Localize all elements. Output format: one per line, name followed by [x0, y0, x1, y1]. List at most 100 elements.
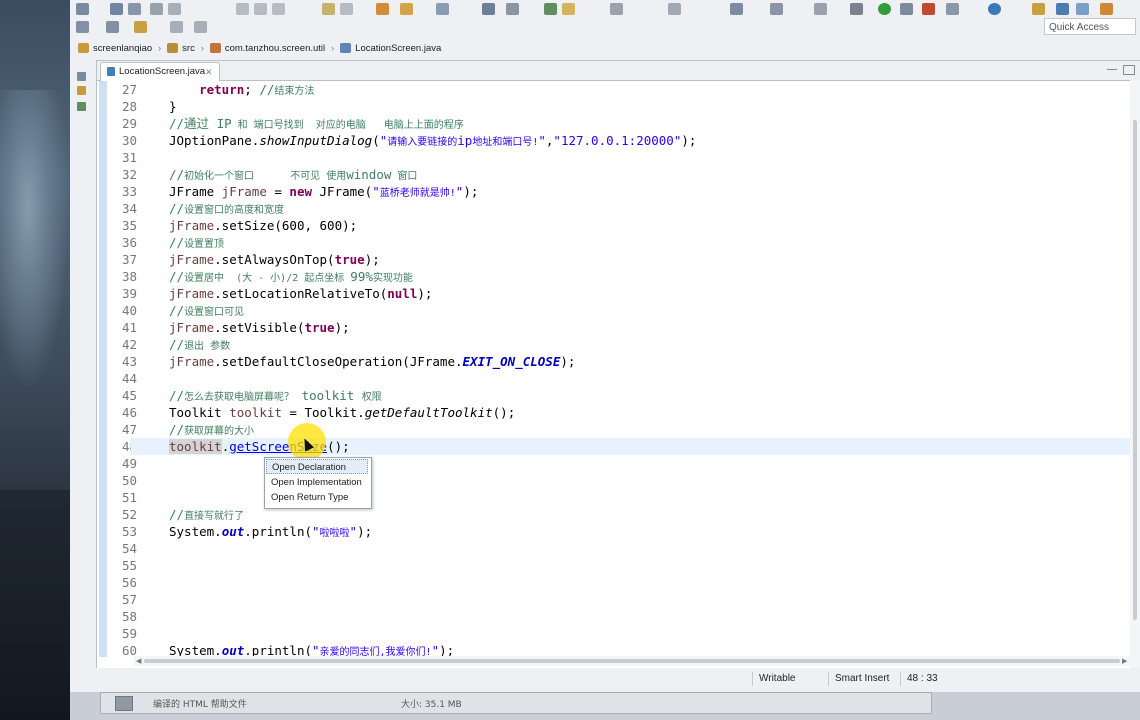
menu-item-open-return-type[interactable]: Open Return Type: [271, 490, 348, 505]
open-type-icon[interactable]: [400, 3, 413, 15]
code-line[interactable]: jFrame.setSize(600, 600);: [169, 217, 1119, 234]
minimize-icon[interactable]: [1107, 69, 1117, 72]
new-server-icon[interactable]: [946, 3, 959, 15]
highlight-icon[interactable]: [562, 3, 575, 15]
breadcrumb-item-src[interactable]: src: [182, 43, 195, 54]
scroll-right-icon[interactable]: ▶: [1122, 657, 1127, 665]
settings-gear-icon[interactable]: [850, 3, 863, 15]
code-line[interactable]: Toolkit toolkit = Toolkit.getDefaultTool…: [169, 404, 1119, 421]
layout-icon[interactable]: [482, 3, 495, 15]
quick-access-field[interactable]: Quick Access: [1044, 18, 1136, 35]
restore-view-icon[interactable]: [77, 72, 86, 81]
code-line[interactable]: //设置窗口的高度和宽度: [169, 200, 1119, 217]
last-edit-icon[interactable]: [194, 21, 207, 33]
code-line[interactable]: [169, 557, 1119, 574]
forward-icon[interactable]: [170, 21, 183, 33]
code-line[interactable]: [169, 608, 1119, 625]
main-toolbar: [70, 0, 1140, 20]
scroll-left-icon[interactable]: ◀: [136, 657, 141, 665]
properties-icon[interactable]: [168, 3, 181, 15]
external-tools-icon[interactable]: [922, 3, 935, 15]
close-icon[interactable]: ✕: [205, 63, 213, 81]
save-icon[interactable]: [110, 3, 123, 15]
perspective-debug-icon[interactable]: [1056, 3, 1069, 15]
code-line[interactable]: System.out.println("啦啦啦");: [169, 523, 1119, 540]
code-line[interactable]: //初始化一个窗口 不可见 使用window 窗口: [169, 166, 1119, 183]
code-line[interactable]: //怎么去获取电脑屏幕呢？ toolkit 权限: [169, 387, 1119, 404]
back-icon[interactable]: [134, 21, 147, 33]
terminate-icon[interactable]: [272, 3, 285, 15]
local-variable: jFrame: [169, 218, 215, 233]
step-over-icon[interactable]: [340, 3, 353, 15]
perspective-svn-icon[interactable]: [1100, 3, 1113, 15]
refactor-icon[interactable]: [668, 3, 681, 15]
code-line[interactable]: [169, 625, 1119, 642]
taskbar-item-size: 大小: 35.1 MB: [401, 700, 462, 710]
code-line[interactable]: jFrame.setDefaultCloseOperation(JFrame.E…: [169, 353, 1119, 370]
code-line[interactable]: JOptionPane.showInputDialog(" 请输入要链接的ip地址…: [169, 132, 1119, 149]
history-icon[interactable]: [610, 3, 623, 15]
code-line[interactable]: jFrame.setAlwaysOnTop(true);: [169, 251, 1119, 268]
code-line[interactable]: [169, 540, 1119, 557]
code-line[interactable]: //设置窗口可见: [169, 302, 1119, 319]
code-line[interactable]: //通过 IP 和 端口号找到 对应的电脑 电脑上上面的程序: [169, 115, 1119, 132]
code-line[interactable]: //设置居中 (大 - 小)/2 起点坐标 99%实现功能: [169, 268, 1119, 285]
current-code-line[interactable]: toolkit.getScreenSize();: [131, 438, 1140, 455]
taskbar-file-item[interactable]: 编译的 HTML 帮助文件 大小: 35.1 MB: [100, 692, 932, 714]
new-icon[interactable]: [76, 3, 89, 15]
code-line[interactable]: [169, 149, 1119, 166]
search-icon[interactable]: [730, 3, 743, 15]
tools-icon[interactable]: [770, 3, 783, 15]
editor-vertical-scrollbar[interactable]: [1130, 80, 1140, 668]
code-line[interactable]: [169, 574, 1119, 591]
line-number: 29: [121, 116, 137, 131]
code-line[interactable]: jFrame.setLocationRelativeTo(null);: [169, 285, 1119, 302]
resume-icon[interactable]: [236, 3, 249, 15]
breadcrumb-item-file[interactable]: LocationScreen.java: [355, 43, 441, 54]
toggle-mark-icon[interactable]: [436, 3, 449, 15]
print-icon[interactable]: [150, 3, 163, 15]
code-line[interactable]: return; //结束方法: [169, 81, 1119, 98]
code-line[interactable]: //设置置顶: [169, 234, 1119, 251]
previous-annotation-icon[interactable]: [106, 21, 119, 33]
globe-icon[interactable]: [988, 3, 1001, 15]
suspend-icon[interactable]: [254, 3, 267, 15]
breadcrumb-item-package[interactable]: com.tanzhou.screen.util: [225, 43, 325, 54]
run-icon[interactable]: [878, 3, 891, 15]
scrollbar-thumb[interactable]: [1133, 120, 1137, 620]
code-line[interactable]: [169, 370, 1119, 387]
tab-location-screen[interactable]: LocationScreen.java ✕: [100, 62, 220, 81]
code-editor[interactable]: return; //结束方法 } //通过 IP 和 端口号找到 对应的电脑 电…: [131, 81, 1140, 659]
package-explorer-icon[interactable]: [77, 86, 86, 95]
code-line[interactable]: }: [169, 98, 1119, 115]
menu-item-open-declaration[interactable]: Open Declaration: [266, 459, 368, 474]
menu-item-open-implementation[interactable]: Open Implementation: [271, 475, 362, 490]
source-folder-icon: [167, 43, 179, 53]
status-cursor-position: 48 : 33: [900, 672, 967, 686]
coverage-icon[interactable]: [900, 3, 913, 15]
save-all-icon[interactable]: [128, 3, 141, 15]
perspective-web-icon[interactable]: [1076, 3, 1089, 15]
next-annotation-icon[interactable]: [76, 21, 89, 33]
scrollbar-thumb[interactable]: [144, 659, 1120, 663]
code-line[interactable]: JFrame jFrame = new JFrame("蓝桥老师就是帅!");: [169, 183, 1119, 200]
code-text: );: [357, 524, 373, 539]
pin-icon[interactable]: [544, 3, 557, 15]
grid-icon[interactable]: [506, 3, 519, 15]
code-line[interactable]: [169, 591, 1119, 608]
status-insert-mode[interactable]: Smart Insert: [828, 672, 899, 686]
maximize-icon[interactable]: [1123, 65, 1135, 75]
debug-tool-icon[interactable]: [376, 3, 389, 15]
line-number: 31: [121, 150, 137, 165]
type-hierarchy-icon[interactable]: [77, 102, 86, 111]
open-task-icon[interactable]: [814, 3, 827, 15]
code-line[interactable]: jFrame.setVisible(true);: [169, 319, 1119, 336]
code-line[interactable]: //退出 参数: [169, 336, 1119, 353]
eclipse-window: Quick Access screenlanqiao › src › com.t…: [70, 0, 1140, 692]
comment: //: [169, 422, 185, 437]
line-number: 50: [121, 473, 137, 488]
step-into-icon[interactable]: [322, 3, 335, 15]
perspective-java-icon[interactable]: [1032, 3, 1045, 15]
breadcrumb-item-project[interactable]: screenlanqiao: [93, 43, 152, 54]
editor-horizontal-scrollbar[interactable]: ◀ ▶: [134, 656, 1130, 666]
